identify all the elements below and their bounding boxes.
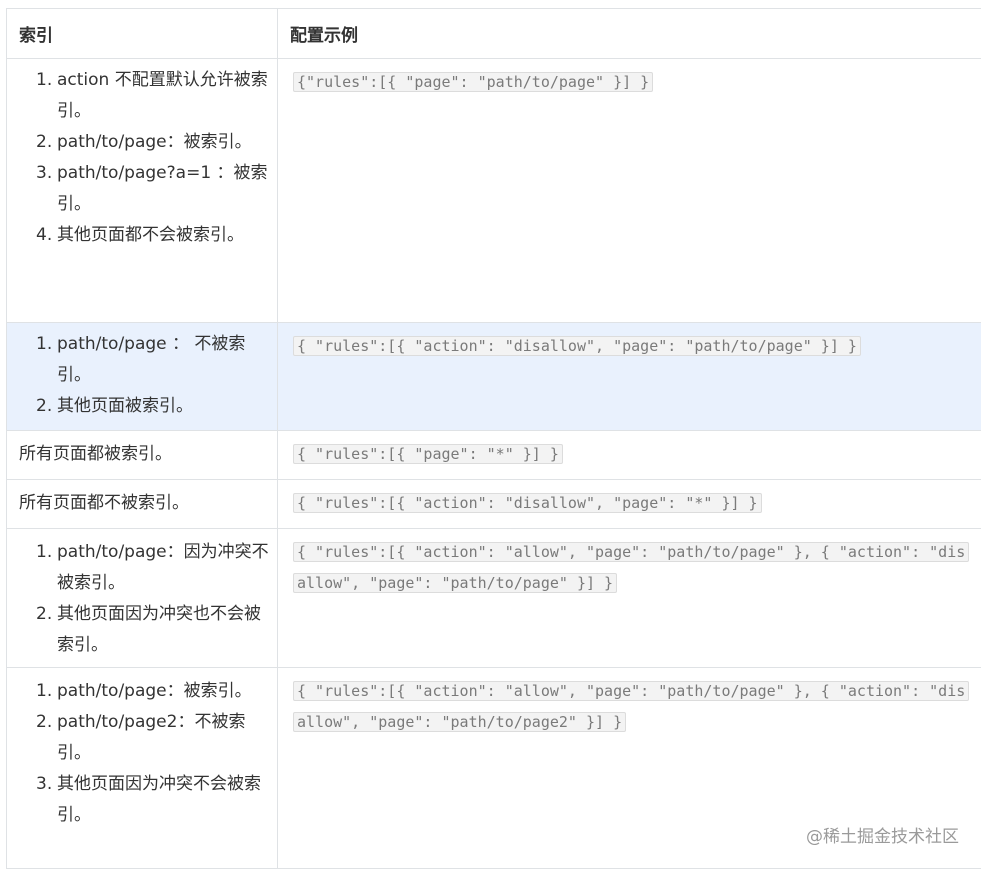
- index-list: 1. path/to/page：因为冲突不被索引。 2. 其他页面因为冲突也不会被索…: [7, 537, 277, 661]
- list-item: 4. 其他页面都不会被索引。: [36, 225, 244, 245]
- index-list: 1. action 不配置默认允许被索引。 2. path/to/page：被索引。…: [7, 65, 277, 251]
- table-header-row: 索引 配置示例: [7, 9, 981, 59]
- code-snippet: { "rules":[{ "action": "disallow", "page…: [293, 336, 861, 356]
- index-list: 1. path/to/page：被索引。 2. path/to/page2：不被索引…: [7, 676, 277, 831]
- config-cell: { "rules":[{ "action": "allow", "page": …: [278, 529, 981, 667]
- table-row: 1. path/to/page：因为冲突不被索引。 2. 其他页面因为冲突也不会被索…: [7, 529, 981, 668]
- code-snippet: { "rules":[{ "action": "disallow", "page…: [293, 493, 762, 513]
- list-item: 2. path/to/page2：不被索引。: [36, 712, 246, 763]
- code-snippet: { "rules":[{ "action": "allow", "page": …: [293, 681, 970, 732]
- index-list: 1. path/to/page ： 不被索引。 2. 其他页面被索引。: [7, 329, 277, 422]
- table-row: 1. action 不配置默认允许被索引。 2. path/to/page：被索引。…: [7, 59, 981, 323]
- config-table: 索引 配置示例 1. action 不配置默认允许被索引。 2. path/to/p…: [6, 8, 981, 869]
- table-row: 1. path/to/page ： 不被索引。 2. 其他页面被索引。 { "rul…: [7, 323, 981, 431]
- header-config-example: 配置示例: [290, 26, 358, 46]
- index-cell: 1. path/to/page ： 不被索引。 2. 其他页面被索引。: [7, 323, 278, 430]
- list-item: 2. 其他页面被索引。: [36, 396, 193, 416]
- config-cell: { "rules":[{ "action": "disallow", "page…: [278, 480, 981, 528]
- list-item: 2. path/to/page：被索引。: [36, 132, 252, 152]
- list-item: 1. path/to/page ： 不被索引。: [36, 334, 246, 385]
- config-cell: { "rules":[{ "page": "*" }] }: [278, 431, 981, 479]
- list-item: 3. 其他页面因为冲突不会被索引。: [36, 774, 261, 825]
- index-cell: 1. path/to/page：被索引。 2. path/to/page2：不被索引…: [7, 668, 278, 868]
- list-item: 1. path/to/page：被索引。: [36, 681, 252, 701]
- code-snippet: { "rules":[{ "page": "*" }] }: [293, 444, 563, 464]
- index-text: 所有页面都不被索引。: [7, 480, 278, 528]
- config-cell: {"rules":[{ "page": "path/to/page" }] }: [278, 59, 981, 322]
- code-snippet: { "rules":[{ "action": "allow", "page": …: [293, 542, 970, 593]
- index-text: 所有页面都被索引。: [7, 431, 278, 479]
- watermark: @稀土掘金技术社区: [806, 827, 959, 847]
- index-cell: 1. path/to/page：因为冲突不被索引。 2. 其他页面因为冲突也不会被索…: [7, 529, 278, 667]
- index-cell: 1. action 不配置默认允许被索引。 2. path/to/page：被索引。…: [7, 59, 278, 322]
- list-item: 3. path/to/page?a=1 ：被索引。: [36, 163, 268, 214]
- table-row: 所有页面都被索引。 { "rules":[{ "page": "*" }] }: [7, 431, 981, 480]
- config-cell: { "rules":[{ "action": "disallow", "page…: [278, 323, 981, 430]
- header-index: 索引: [7, 9, 278, 58]
- list-item: 2. 其他页面因为冲突也不会被索引。: [36, 604, 261, 655]
- list-item: 1. action 不配置默认允许被索引。: [36, 70, 268, 121]
- list-item: 1. path/to/page：因为冲突不被索引。: [36, 542, 269, 593]
- code-snippet: {"rules":[{ "page": "path/to/page" }] }: [293, 72, 654, 92]
- table-row: 所有页面都不被索引。 { "rules":[{ "action": "disal…: [7, 480, 981, 529]
